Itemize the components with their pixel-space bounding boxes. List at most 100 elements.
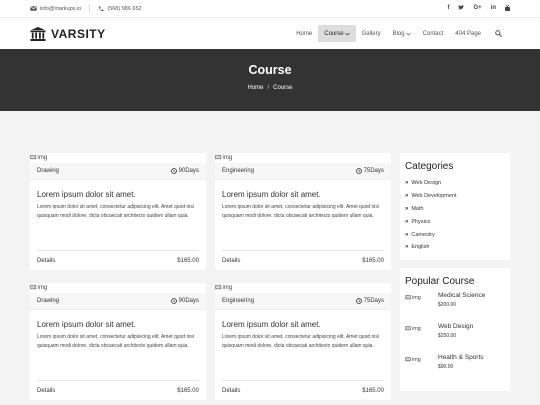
popular-course-item[interactable]: 🖾 img Web Design $250.00 xyxy=(405,323,505,354)
course-duration: 90Days xyxy=(170,298,199,304)
linkedin-icon[interactable]: in xyxy=(491,5,496,13)
course-image[interactable]: 🖾 img xyxy=(30,153,206,163)
details-link[interactable]: Details xyxy=(37,258,55,264)
category-label: Web Development xyxy=(411,193,457,200)
popular-course-info: Health & Sports $90.00 xyxy=(438,354,484,370)
category-list: » Web Design » Web Development » Math » Phys… xyxy=(405,177,505,254)
broken-image-icon: 🖾 xyxy=(405,325,411,332)
course-category[interactable]: Engineering xyxy=(222,168,254,174)
course-duration: 75Days xyxy=(355,168,384,174)
brand-logo[interactable]: VARSITY xyxy=(30,26,106,41)
course-title[interactable]: Lorem ipsum dolor sit amet. xyxy=(30,310,206,329)
course-description: Lorem ipsum dolor sit amet, consectetur … xyxy=(222,334,380,349)
nav-item-gallery[interactable]: Gallery xyxy=(356,25,387,42)
course-image[interactable]: 🖾 img xyxy=(30,283,206,293)
double-chevron-right-icon: » xyxy=(405,180,409,187)
broken-image-icon: 🖾 xyxy=(405,294,411,301)
course-category[interactable]: Engineering xyxy=(222,298,254,304)
category-item[interactable]: » English xyxy=(405,241,505,254)
category-item[interactable]: » Camestry xyxy=(405,228,505,241)
chevron-down-icon xyxy=(344,32,350,35)
phone-icon xyxy=(99,6,104,11)
category-item[interactable]: » Web Development xyxy=(405,190,505,203)
nav-item-blog[interactable]: Blog xyxy=(387,25,417,42)
double-chevron-right-icon: » xyxy=(405,193,409,200)
course-title[interactable]: Lorem ipsum dolor sit amet. xyxy=(30,180,206,199)
details-link[interactable]: Details xyxy=(222,388,240,394)
divider xyxy=(89,4,91,13)
popular-course-price: $200.00 xyxy=(438,301,457,308)
category-item[interactable]: » Physics xyxy=(405,215,505,228)
duration-text: 75Days xyxy=(363,298,384,304)
double-chevron-right-icon: » xyxy=(405,244,409,251)
course-duration: 90Days xyxy=(170,168,199,174)
popular-course-title: Popular Course xyxy=(405,275,475,287)
email-item[interactable]: info@markups.io xyxy=(30,6,81,12)
main-content: 🖾 img Drawing 90Days Lorem ipsum dolor si… xyxy=(0,111,540,400)
category-item[interactable]: » Math xyxy=(405,203,505,216)
duration-text: 90Days xyxy=(178,168,199,174)
facebook-icon[interactable]: f xyxy=(447,5,449,13)
popular-course-name[interactable]: Health & Sports xyxy=(438,354,484,361)
search-icon[interactable] xyxy=(487,25,510,42)
category-item[interactable]: » Web Design xyxy=(405,177,505,190)
broken-image-icon: 🖾 xyxy=(215,155,222,161)
category-label: Web Design xyxy=(411,180,442,187)
top-bar: info@markups.io (568) 986 652 f G+ in xyxy=(0,0,540,18)
phone-item[interactable]: (568) 986 652 xyxy=(98,6,142,12)
image-alt-text: img xyxy=(222,155,233,161)
image-alt-text: img xyxy=(37,285,48,291)
popular-course-image[interactable]: 🖾 img xyxy=(405,323,438,334)
course-image[interactable]: 🖾 img xyxy=(215,153,391,163)
popular-course-info: Medical Science $200.00 xyxy=(438,292,485,308)
duration-text: 90Days xyxy=(178,298,199,304)
image-alt-text: img xyxy=(37,155,48,161)
course-title[interactable]: Lorem ipsum dolor sit amet. xyxy=(215,180,391,199)
course-title[interactable]: Lorem ipsum dolor sit amet. xyxy=(215,310,391,329)
youtube-icon[interactable] xyxy=(505,4,510,13)
details-link[interactable]: Details xyxy=(37,388,55,394)
popular-course-name[interactable]: Medical Science xyxy=(438,292,485,299)
popular-course-item[interactable]: 🖾 img Health & Sports $90.00 xyxy=(405,354,505,385)
popular-course-price: $250.00 xyxy=(438,332,457,339)
course-category[interactable]: Drawing xyxy=(37,298,59,304)
double-chevron-right-icon: » xyxy=(405,231,409,238)
nav-item-404[interactable]: 404 Page xyxy=(449,25,487,42)
broken-image-icon: 🖾 xyxy=(405,356,411,363)
category-label: Math xyxy=(411,205,424,212)
course-description: Lorem ipsum dolor sit amet, consectetur … xyxy=(222,204,380,219)
popular-course-item[interactable]: 🖾 img Medical Science $200.00 xyxy=(405,292,505,323)
breadcrumb-home[interactable]: Home xyxy=(247,85,263,91)
course-category[interactable]: Drawing xyxy=(37,168,59,174)
nav-item-home[interactable]: Home xyxy=(290,25,318,42)
course-card: 🖾 img Engineering 75Days Lorem ipsum dolo… xyxy=(215,153,391,270)
details-link[interactable]: Details xyxy=(222,258,240,264)
double-chevron-right-icon: » xyxy=(405,218,409,225)
twitter-icon[interactable] xyxy=(458,4,465,13)
popular-course-image[interactable]: 🖾 img xyxy=(405,292,438,303)
clock-icon xyxy=(355,298,362,304)
course-image[interactable]: 🖾 img xyxy=(215,283,391,293)
clock-icon xyxy=(170,168,177,174)
course-meta: Drawing 90Days xyxy=(30,163,206,180)
contact-info: info@markups.io (568) 986 652 xyxy=(30,4,142,13)
popular-course-name[interactable]: Web Design xyxy=(438,323,473,330)
course-footer: Details $165.00 xyxy=(222,250,384,270)
category-label: Physics xyxy=(411,218,431,225)
image-alt-text: img xyxy=(411,357,421,364)
image-alt-text: img xyxy=(222,285,233,291)
envelope-icon xyxy=(30,6,37,11)
duration-text: 75Days xyxy=(363,168,384,174)
course-card: 🖾 img Drawing 90Days Lorem ipsum dolor si… xyxy=(30,283,206,400)
google-plus-icon[interactable]: G+ xyxy=(473,5,481,13)
social-links: f G+ in xyxy=(447,4,510,13)
category-label: English xyxy=(411,244,430,251)
popular-course-image[interactable]: 🖾 img xyxy=(405,354,438,365)
broken-image-icon: 🖾 xyxy=(30,285,37,291)
sidebar: Categories » Web Design » Web Development … xyxy=(400,153,510,400)
page-hero: Course Home / Course xyxy=(0,49,540,111)
nav-item-contact[interactable]: Contact xyxy=(417,25,450,42)
course-footer: Details $165.00 xyxy=(222,380,384,400)
nav-item-course[interactable]: Course xyxy=(318,25,356,42)
breadcrumb-current: Course xyxy=(273,85,293,91)
